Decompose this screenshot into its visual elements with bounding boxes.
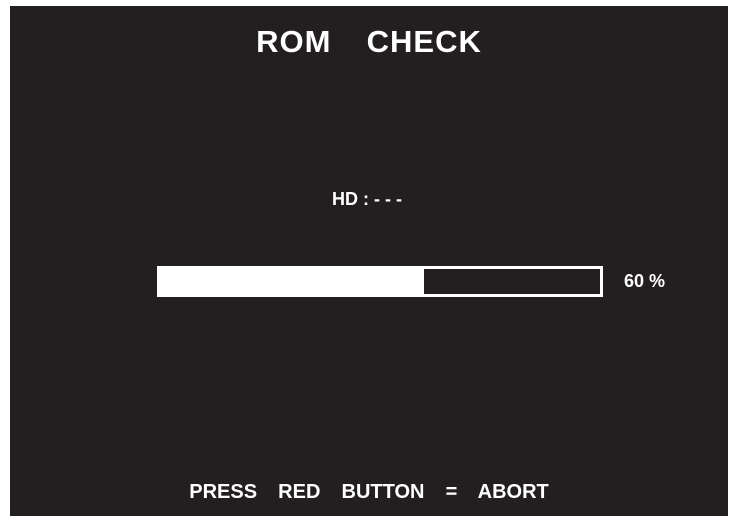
abort-instruction: PRESS RED BUTTON = ABORT — [189, 481, 549, 503]
progress-bar — [157, 266, 603, 297]
progress-percent-label: 60 % — [624, 271, 666, 291]
progress-bar-fill — [160, 269, 424, 294]
rom-check-screen: ROM CHECK HD : - - - 60 % PRESS RED BUTT… — [10, 6, 728, 516]
hd-status: HD : - - - — [332, 189, 402, 209]
page-title: ROM CHECK — [256, 24, 482, 59]
